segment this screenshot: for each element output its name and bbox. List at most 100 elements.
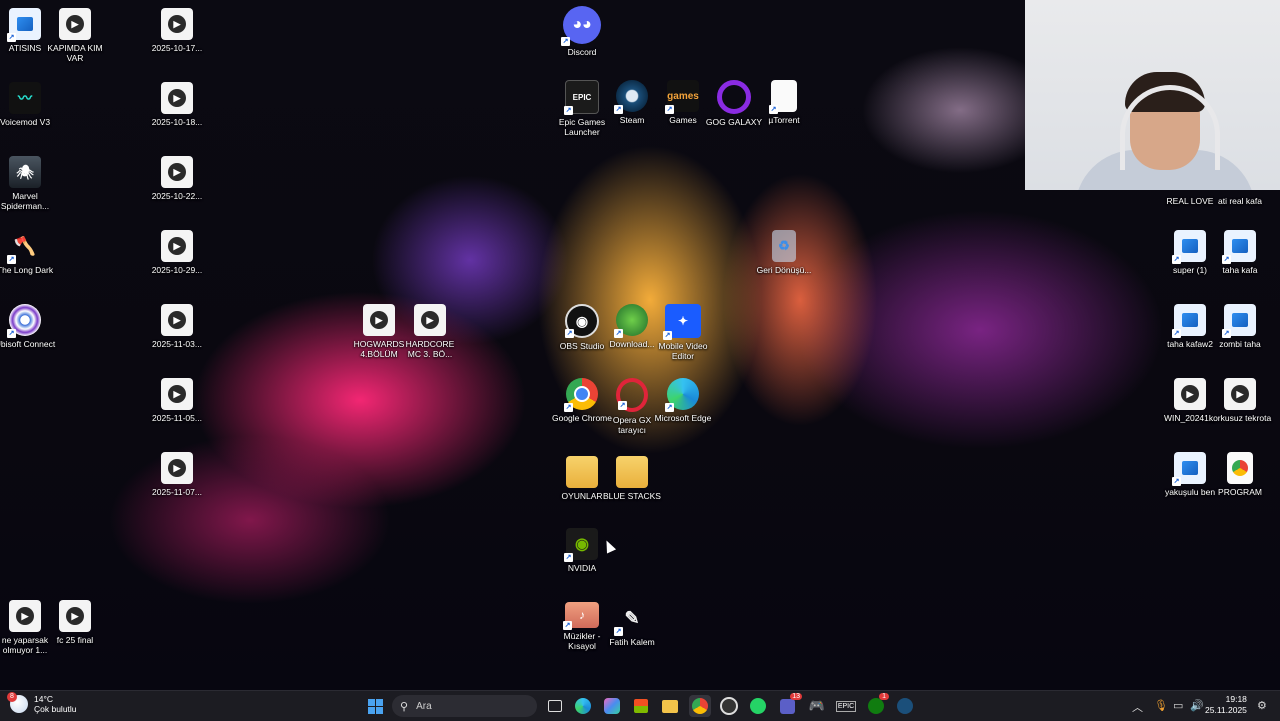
chrome-logo-icon: ↗ — [564, 378, 598, 412]
icon-label: The Long Dark — [0, 265, 54, 275]
steam-icon — [897, 698, 913, 714]
video-2025-10-17[interactable]: ▶ 2025-10-17... — [145, 8, 209, 53]
taskbar-obs[interactable] — [718, 695, 740, 717]
video-2025-11-05[interactable]: ▶ 2025-11-05... — [145, 378, 209, 423]
weather-temp: 14°C — [34, 694, 53, 704]
video-2025-11-03[interactable]: ▶ 2025-11-03... — [145, 304, 209, 349]
store-icon — [634, 699, 648, 713]
weather-widget[interactable]: 8 14°C Çok bulutlu — [7, 692, 77, 714]
icon-label: korkusuz tekrota — [1208, 413, 1272, 423]
video-2025-11-07[interactable]: ▶ 2025-11-07... — [145, 452, 209, 497]
taskbar-chrome[interactable] — [689, 695, 711, 717]
longdark-icon[interactable]: 🪓 ↗ The Long Dark — [0, 230, 57, 276]
search-icon: ⚲ — [400, 700, 409, 713]
icon-label: taha kafaw2 — [1167, 339, 1213, 349]
microsoft-edge-icon[interactable]: ↗ Microsoft Edge — [651, 378, 715, 423]
image-file-icon: ↗ — [1172, 452, 1206, 486]
microphone-icon[interactable]: 🎙 — [1154, 699, 1168, 712]
icon-label: Voicemod V3 — [0, 117, 51, 127]
icon-label: HARDCORE MC 3. BÖ... — [405, 339, 455, 359]
task-view-button[interactable] — [544, 695, 566, 717]
ati-real-kafa-icon[interactable]: ati real kafa — [1208, 193, 1272, 206]
taskbar-copilot[interactable] — [601, 695, 623, 717]
taskbar-xbox[interactable]: 1 — [865, 693, 889, 717]
ubisoft-icon[interactable]: ↗ Ubisoft Connect — [0, 304, 57, 349]
video-file-icon: ▶ — [1224, 378, 1256, 410]
clock[interactable]: 19:18 25.11.2025 — [1205, 694, 1247, 716]
xbox-icon — [868, 698, 884, 714]
teams-icon — [779, 698, 795, 714]
icon-label: ATISINS — [8, 43, 42, 53]
video-2025-10-22[interactable]: ▶ 2025-10-22... — [145, 156, 209, 201]
windows-logo-icon — [367, 698, 383, 714]
webcam-overlay — [1025, 0, 1280, 190]
pen-icon: ✎ ↗ — [614, 607, 640, 636]
taskbar-steam[interactable] — [894, 695, 916, 717]
fc25-icon[interactable]: ▶ fc 25 final — [43, 600, 107, 645]
weather-badge: 8 — [7, 692, 17, 702]
edge-icon — [575, 698, 591, 714]
taskbar-whatsapp[interactable] — [747, 695, 769, 717]
taskbar: 8 14°C Çok bulutlu ⚲ Ara 13 🎮 EPIC 1 ︿ 🎙… — [0, 690, 1280, 721]
taskbar-edge[interactable] — [572, 695, 594, 717]
icon-label: 2025-11-07... — [152, 487, 202, 497]
zombi-taha-icon[interactable]: ↗ zombi taha — [1208, 304, 1272, 349]
video-editor-icon[interactable]: ✦ ↗ Mobile Video Editor — [651, 304, 715, 361]
icon-label: ati real kafa — [1218, 196, 1262, 206]
folder-icon — [662, 699, 678, 713]
video-file-icon: ▶ — [59, 600, 91, 632]
korkusuz-video-icon[interactable]: ▶ korkusuz tekrota — [1208, 378, 1272, 423]
video-file-icon: ▶ — [161, 82, 193, 114]
icon-label: KAPIMDA KIM VAR — [47, 43, 103, 63]
video-file-icon: ▶ — [161, 378, 193, 410]
recycle-bin-icon[interactable]: ♻ Geri Dönüşü... — [752, 230, 816, 275]
video-file-icon: ▶ — [1174, 378, 1206, 410]
icon-label: 2025-10-17... — [151, 43, 203, 53]
image-file-icon: ↗ — [1222, 304, 1256, 338]
video-file-icon: ▶ — [161, 230, 193, 262]
edge-logo-icon: ↗ — [665, 378, 699, 412]
icon-label: Steam — [619, 115, 645, 125]
bluestacks-folder[interactable]: BLUE STACKS — [600, 456, 664, 501]
tray-overflow-chevron-icon[interactable]: ︿ — [1132, 699, 1143, 715]
weather-desc: Çok bulutlu — [34, 704, 77, 714]
nvidia-icon[interactable]: ◉ ↗ NVIDIA — [550, 528, 614, 573]
amazon-games-logo-icon: games ↗ — [665, 80, 699, 114]
video-file-icon: ▶ — [59, 8, 91, 40]
folder-icon — [566, 456, 598, 488]
kapimda-icon[interactable]: ▶ KAPIMDA KIM VAR — [43, 8, 107, 63]
search-placeholder: Ara — [416, 700, 432, 712]
icon-label: taha kafa — [1222, 265, 1258, 275]
icon-label: Geri Dönüşü... — [756, 265, 812, 275]
video-2025-10-29[interactable]: ▶ 2025-10-29... — [145, 230, 209, 275]
notification-bell-icon[interactable]: ⚙ — [1257, 699, 1267, 712]
task-view-icon — [548, 700, 562, 712]
volume-icon[interactable]: 🔊 — [1190, 699, 1204, 712]
taha-kafa-icon[interactable]: ↗ taha kafa — [1208, 230, 1272, 275]
hardcore-icon[interactable]: ▶ HARDCORE MC 3. BÖ... — [398, 304, 462, 359]
program-icon[interactable]: PROGRAM — [1208, 452, 1272, 497]
voicemod-icon[interactable]: 〰 Voicemod V3 — [0, 82, 57, 127]
taskbar-controller[interactable]: 🎮 — [806, 695, 828, 717]
network-icon[interactable]: ▭ — [1173, 699, 1183, 712]
spiderman-game-icon: 🕷 — [9, 156, 41, 188]
discord-icon[interactable]: ◕◕ ↗ Discord — [550, 6, 614, 57]
gamepad-icon: 🎮 — [808, 698, 826, 713]
fatih-kalem-icon[interactable]: ✎ ↗ Fatih Kalem — [600, 602, 664, 648]
icon-label: OBS Studio — [559, 341, 605, 351]
taskbar-search-box[interactable]: ⚲ Ara — [392, 695, 537, 717]
music-folder-icon: ♪ ↗ — [563, 602, 599, 630]
taskbar-epic[interactable]: EPIC — [835, 695, 857, 717]
video-file-icon: ▶ — [9, 600, 41, 632]
video-2025-10-18[interactable]: ▶ 2025-10-18... — [145, 82, 209, 127]
video-file-icon: ▶ — [414, 304, 446, 336]
taskbar-file-explorer[interactable] — [659, 695, 681, 717]
start-button[interactable] — [364, 695, 386, 717]
taskbar-store[interactable] — [630, 695, 652, 717]
taskbar-teams[interactable]: 13 — [776, 693, 802, 717]
image-file-icon: ↗ — [1222, 230, 1256, 264]
discord-logo-icon: ◕◕ ↗ — [561, 6, 601, 46]
video-file-icon: ▶ — [363, 304, 395, 336]
utorrent-icon[interactable]: ↗ µTorrent — [752, 80, 816, 125]
spiderman-icon[interactable]: 🕷 Marvel Spiderman... — [0, 156, 57, 211]
